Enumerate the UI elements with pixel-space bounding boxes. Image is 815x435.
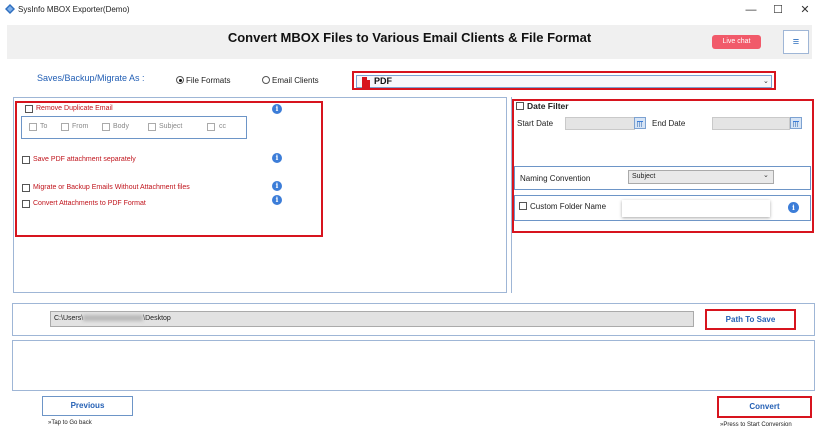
info-icon[interactable]: i [272, 181, 282, 191]
convert-attachments-pdf-label: Convert Attachments to PDF Format [33, 200, 146, 207]
start-date-label: Start Date [517, 119, 554, 128]
email-clients-radio[interactable] [262, 76, 270, 84]
calendar-icon[interactable] [634, 117, 646, 129]
chevron-down-icon: ⌄ [763, 172, 769, 179]
app-logo-icon [5, 4, 15, 14]
path-input[interactable]: C:\Users\ \Desktop [50, 311, 694, 327]
body-checkbox[interactable] [102, 123, 110, 131]
from-checkbox[interactable] [61, 123, 69, 131]
migrate-without-attachment-checkbox[interactable] [22, 184, 30, 192]
from-label: From [72, 123, 89, 130]
end-date-input[interactable] [712, 117, 790, 130]
naming-convention-label: Naming Convention [520, 174, 591, 183]
page-title: Convert MBOX Files to Various Email Clie… [227, 30, 592, 45]
save-as-label: Saves/Backup/Migrate As : [37, 73, 145, 83]
header-banner: Convert MBOX Files to Various Email Clie… [7, 25, 812, 59]
info-icon[interactable]: i [272, 153, 282, 163]
chevron-down-icon: ⌄ [763, 78, 769, 85]
pdf-file-icon [362, 77, 370, 88]
username-redacted [83, 315, 144, 322]
naming-selected-value: Subject [632, 173, 656, 180]
info-icon[interactable]: i [272, 195, 282, 205]
date-filter-checkbox[interactable] [516, 102, 524, 110]
end-date-label: End Date [652, 119, 686, 128]
info-icon[interactable]: i [272, 104, 282, 114]
format-selected-value: PDF [374, 76, 392, 86]
convert-attachments-pdf-checkbox[interactable] [22, 200, 30, 208]
save-pdf-attachment-checkbox[interactable] [22, 156, 30, 164]
format-select[interactable]: PDF ⌄ [356, 75, 772, 88]
remove-duplicate-checkbox[interactable] [25, 105, 33, 113]
path-prefix: C:\Users\ [54, 315, 84, 322]
convert-hint: »Press to Start Conversion [720, 422, 792, 428]
info-icon[interactable]: i [788, 202, 799, 213]
convert-button[interactable]: Convert [717, 396, 812, 418]
format-select-highlight: PDF ⌄ [352, 71, 776, 90]
remove-duplicate-label: Remove Duplicate Email [36, 105, 113, 112]
previous-button[interactable]: Previous [42, 396, 133, 416]
to-checkbox[interactable] [29, 123, 37, 131]
calendar-icon[interactable] [790, 117, 802, 129]
body-label: Body [113, 123, 129, 130]
hamburger-icon: ≡ [792, 36, 800, 48]
custom-folder-checkbox[interactable] [519, 202, 527, 210]
live-chat-button[interactable]: Live chat [712, 35, 761, 49]
subject-label: Subject [159, 123, 183, 130]
file-formats-radio[interactable] [176, 76, 184, 84]
menu-button[interactable]: ≡ [783, 30, 809, 54]
close-button[interactable]: ✕ [792, 2, 815, 18]
previous-label: Previous [70, 401, 105, 410]
cc-checkbox[interactable] [207, 123, 215, 131]
minimize-button[interactable]: — [738, 2, 764, 18]
email-clients-label: Email Clients [272, 76, 319, 85]
title-bar: SysInfo MBOX Exporter(Demo) — ☐ ✕ [0, 0, 815, 20]
window-title: SysInfo MBOX Exporter(Demo) [18, 5, 130, 14]
cc-label: cc [219, 123, 226, 130]
maximize-button[interactable]: ☐ [765, 2, 791, 18]
path-suffix: \Desktop [143, 315, 171, 322]
date-filter-label: Date Filter [527, 101, 569, 111]
log-area [12, 340, 815, 391]
save-pdf-attachment-label: Save PDF attachment separately [33, 156, 136, 163]
migrate-without-attachment-label: Migrate or Backup Emails Without Attachm… [33, 184, 190, 191]
start-date-input[interactable] [565, 117, 635, 130]
to-label: To [40, 123, 48, 130]
naming-convention-select[interactable]: Subject ⌄ [628, 170, 774, 184]
previous-hint: »Tap to Go back [48, 420, 92, 426]
convert-label: Convert [749, 402, 780, 411]
custom-folder-label: Custom Folder Name [530, 202, 607, 211]
path-to-save-button[interactable]: Path To Save [705, 309, 796, 330]
path-to-save-label: Path To Save [725, 315, 776, 324]
custom-folder-input[interactable] [622, 200, 770, 217]
file-formats-label: File Formats [186, 76, 231, 85]
subject-checkbox[interactable] [148, 123, 156, 131]
